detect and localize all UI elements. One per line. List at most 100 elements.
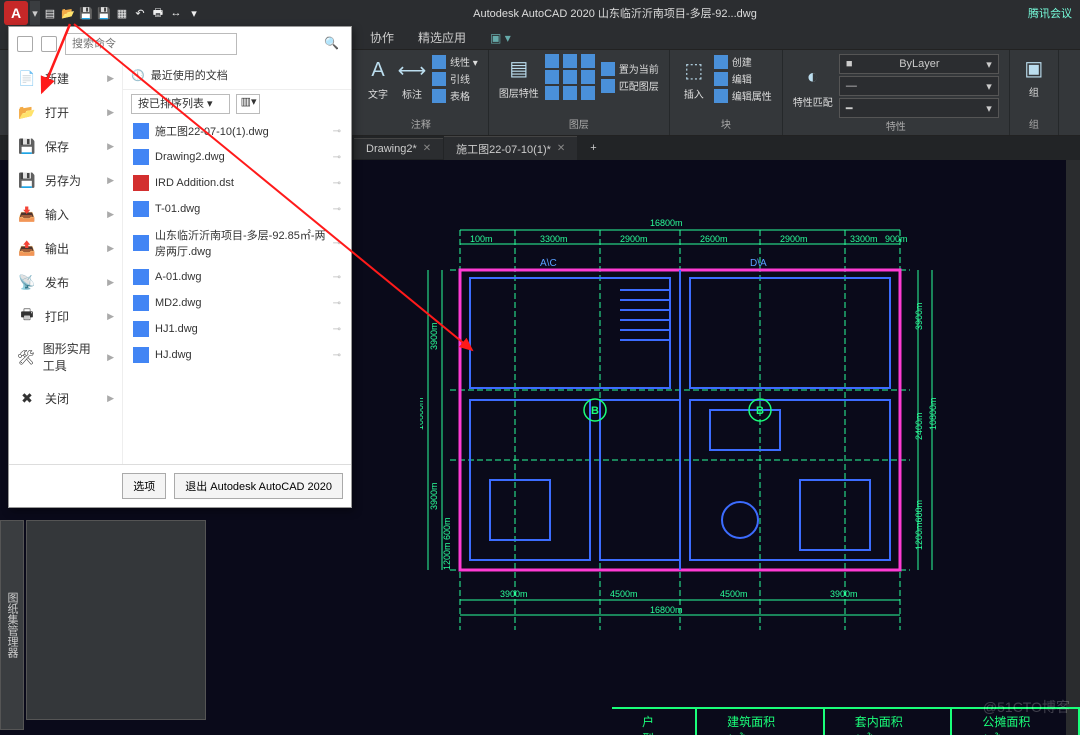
- menu-item-export[interactable]: 📤输出▶: [9, 231, 122, 265]
- tab-add-icon[interactable]: ▣ ▾: [490, 31, 511, 45]
- sort-combo[interactable]: 按已排序列表 ▾: [131, 94, 230, 114]
- color-combo[interactable]: ■ByLayer▾: [839, 54, 999, 74]
- qat-more-icon[interactable]: ▾: [186, 5, 202, 21]
- recent-doc-item[interactable]: HJ1.dwg⊸: [123, 316, 351, 342]
- recent-doc-item[interactable]: 施工图22-07-10(1).dwg⊸: [123, 118, 351, 144]
- sheet-set-manager-tab[interactable]: 图纸集管理器: [0, 520, 24, 730]
- pin-icon[interactable]: ⊸: [333, 238, 341, 249]
- close-icon[interactable]: ✕: [557, 143, 565, 154]
- options-button[interactable]: 选项: [122, 473, 166, 499]
- recent-doc-item[interactable]: 山东临沂沂南项目-多层-92.85㎡-两房两厅.dwg⊸: [123, 222, 351, 264]
- menu-item-publish[interactable]: 📡发布▶: [9, 265, 122, 299]
- pin-icon[interactable]: ⊸: [333, 350, 341, 361]
- table-button[interactable]: 表格: [432, 88, 478, 103]
- meeting-indicator: 腾讯会议: [1028, 5, 1072, 21]
- leader-button[interactable]: 引线: [432, 71, 478, 86]
- view-mode-icon-2[interactable]: [41, 36, 57, 52]
- search-input[interactable]: [65, 33, 237, 55]
- table-icon: [432, 89, 446, 103]
- recent-doc-item[interactable]: MD2.dwg⊸: [123, 290, 351, 316]
- doctab-shigong[interactable]: 施工图22-07-10(1)*✕: [444, 136, 577, 161]
- tab-featured[interactable]: 精选应用: [418, 29, 466, 46]
- linear-button[interactable]: 线性 ▾: [432, 54, 478, 69]
- svg-text:3900m: 3900m: [500, 589, 528, 599]
- close-icon[interactable]: ✕: [423, 143, 431, 154]
- search-icon[interactable]: 🔍: [324, 36, 339, 50]
- editattr-button[interactable]: 编辑属性: [714, 88, 772, 103]
- menu-item-label: 图形实用工具: [43, 340, 99, 374]
- qat-print-icon[interactable]: 🖶: [150, 5, 166, 21]
- layer-tool-1[interactable]: [545, 54, 595, 68]
- matchlayer-button[interactable]: 匹配图层: [601, 78, 659, 93]
- menu-item-label: 另存为: [45, 172, 81, 189]
- menu-item-print[interactable]: 🖶打印▶: [9, 299, 122, 333]
- insert-button[interactable]: ⬚ 插入: [680, 56, 708, 101]
- chevron-right-icon: ▶: [107, 73, 114, 84]
- view-toggle[interactable]: ▥▾: [236, 94, 260, 114]
- lineweight-combo[interactable]: ━▾: [839, 98, 999, 118]
- svg-text:B: B: [756, 405, 764, 417]
- menu-item-save[interactable]: 💾保存▶: [9, 129, 122, 163]
- pin-icon[interactable]: ⊸: [333, 324, 341, 335]
- qat-plot-icon[interactable]: ▦: [114, 5, 130, 21]
- group-icon: ▣: [1020, 54, 1048, 82]
- recent-doc-item[interactable]: A-01.dwg⊸: [123, 264, 351, 290]
- qat-undo-icon[interactable]: ↶: [132, 5, 148, 21]
- doctab-add[interactable]: +: [578, 138, 608, 158]
- vertical-scrollbar[interactable]: [1066, 160, 1080, 735]
- svg-text:1200m600m: 1200m600m: [914, 500, 924, 550]
- linetype-combo[interactable]: —▾: [839, 76, 999, 96]
- menu-item-open[interactable]: 📂打开▶: [9, 95, 122, 129]
- svg-text:3900m: 3900m: [429, 482, 439, 510]
- dwg-file-icon: [133, 295, 149, 311]
- qat-arrow-icon[interactable]: ↔: [168, 5, 184, 21]
- layer-tool-3[interactable]: [545, 86, 595, 100]
- app-menu-dropdown[interactable]: ▾: [30, 1, 40, 25]
- chevron-right-icon: ▶: [107, 107, 114, 118]
- pin-icon[interactable]: ⊸: [333, 178, 341, 189]
- recent-doc-item[interactable]: HJ.dwg⊸: [123, 342, 351, 368]
- create-button[interactable]: 创建: [714, 54, 772, 69]
- group-button[interactable]: ▣ 组: [1020, 54, 1048, 99]
- recent-doc-item[interactable]: T-01.dwg⊸: [123, 196, 351, 222]
- chevron-right-icon: ▶: [107, 277, 114, 288]
- pin-icon[interactable]: ⊸: [333, 298, 341, 309]
- exit-button[interactable]: 退出 Autodesk AutoCAD 2020: [174, 473, 343, 499]
- match-props-button[interactable]: ◐ 特性匹配: [793, 64, 833, 109]
- tbl-h1: 户型: [612, 709, 697, 735]
- pin-icon[interactable]: ⊸: [333, 126, 341, 137]
- pin-icon[interactable]: ⊸: [333, 272, 341, 283]
- view-mode-icon[interactable]: [17, 36, 33, 52]
- tbl-h2: 建筑面积(㎡): [697, 709, 825, 735]
- svg-text:2900m: 2900m: [620, 234, 648, 244]
- menu-item-new[interactable]: 📄新建▶: [9, 61, 122, 95]
- menu-item-saveas[interactable]: 💾另存为▶: [9, 163, 122, 197]
- layer-tool-2[interactable]: [545, 70, 595, 84]
- tab-collab[interactable]: 协作: [370, 29, 394, 46]
- side-panel[interactable]: [26, 520, 206, 720]
- doctab-drawing2[interactable]: Drawing2*✕: [354, 138, 443, 159]
- recent-doc-item[interactable]: IRD Addition.dst⊸: [123, 170, 351, 196]
- menu-item-label: 新建: [45, 70, 69, 87]
- pin-icon[interactable]: ⊸: [333, 204, 341, 215]
- qat-open-icon[interactable]: 📂: [60, 5, 76, 21]
- pin-icon[interactable]: ⊸: [333, 152, 341, 163]
- layer-props-label: 图层特性: [499, 85, 539, 100]
- text-button[interactable]: A 文字: [364, 56, 392, 101]
- layer-props-button[interactable]: ▤ 图层特性: [499, 55, 539, 100]
- qat-saveas-icon[interactable]: 💾: [96, 5, 112, 21]
- app-logo-icon[interactable]: A: [4, 1, 28, 25]
- insert-label: 插入: [684, 86, 704, 101]
- qat-new-icon[interactable]: ▤: [42, 5, 58, 21]
- qat-save-icon[interactable]: 💾: [78, 5, 94, 21]
- recent-doc-item[interactable]: Drawing2.dwg⊸: [123, 144, 351, 170]
- dimension-button[interactable]: ⟷ 标注: [398, 56, 426, 101]
- setcurrent-button[interactable]: 置为当前: [601, 61, 659, 76]
- menu-item-label: 发布: [45, 274, 69, 291]
- edit-button[interactable]: 编辑: [714, 71, 772, 86]
- menu-item-util[interactable]: 🛠图形实用工具▶: [9, 333, 122, 381]
- svg-text:2900m: 2900m: [780, 234, 808, 244]
- menu-item-import[interactable]: 📥输入▶: [9, 197, 122, 231]
- chevron-right-icon: ▶: [107, 352, 114, 363]
- menu-item-close[interactable]: ✖关闭▶: [9, 381, 122, 415]
